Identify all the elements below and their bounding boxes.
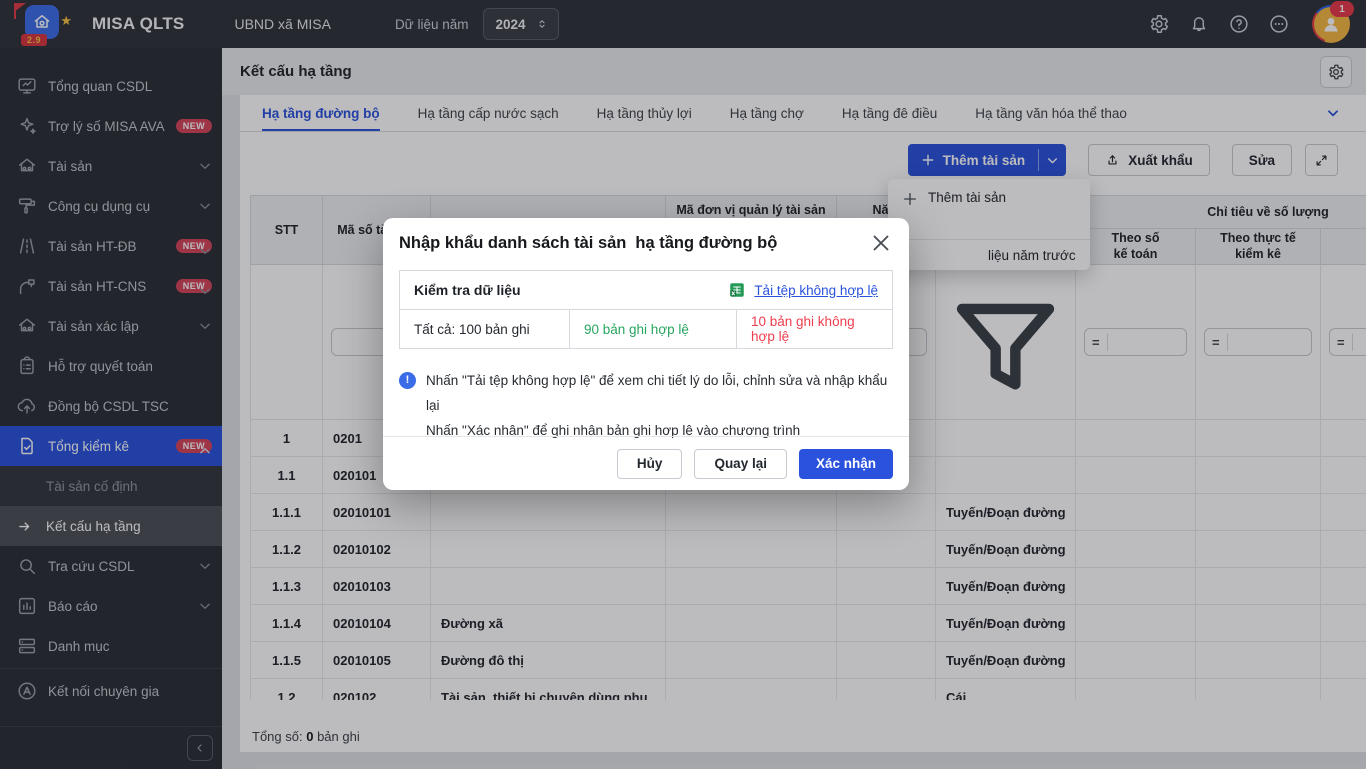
import-result-modal: Nhập khẩu danh sách tài sản hạ tầng đườn…	[383, 218, 909, 490]
info-icon: !	[399, 372, 416, 389]
check-result-header: Kiểm tra dữ liệu Tải tệp không hợp lệ	[400, 271, 892, 310]
app-window: ★ 2.9 MISA QLTS UBND xã MISA Dữ liệu năm…	[0, 0, 1366, 769]
modal-header: Nhập khẩu danh sách tài sản hạ tầng đườn…	[383, 218, 909, 255]
back-button[interactable]: Quay lại	[694, 449, 787, 479]
cancel-button[interactable]: Hủy	[617, 449, 683, 479]
confirm-button[interactable]: Xác nhận	[799, 449, 893, 479]
invalid-records-cell: 10 bản ghi không hợp lệ	[736, 310, 892, 348]
modal-title: Nhập khẩu danh sách tài sản	[399, 234, 626, 253]
modal-note: ! Nhấn "Tải tệp không hợp lệ" để xem chi…	[383, 349, 909, 443]
note-line-1: Nhấn "Tải tệp không hợp lệ" để xem chi t…	[426, 373, 887, 413]
invalid-file-link[interactable]: Tải tệp không hợp lệ	[754, 283, 878, 298]
close-icon[interactable]	[869, 231, 893, 255]
valid-records-cell: 90 bản ghi hợp lệ	[569, 310, 736, 348]
check-label: Kiểm tra dữ liệu	[414, 282, 521, 298]
total-records-cell: Tất cả: 100 bản ghi	[400, 310, 569, 348]
modal-title-sub: hạ tầng đường bộ	[635, 234, 777, 253]
check-result-table: Kiểm tra dữ liệu Tải tệp không hợp lệ Tấ…	[399, 270, 893, 349]
modal-footer: Hủy Quay lại Xác nhận	[383, 436, 909, 490]
excel-icon	[728, 281, 746, 299]
check-result-row: Tất cả: 100 bản ghi 90 bản ghi hợp lệ 10…	[400, 310, 892, 348]
